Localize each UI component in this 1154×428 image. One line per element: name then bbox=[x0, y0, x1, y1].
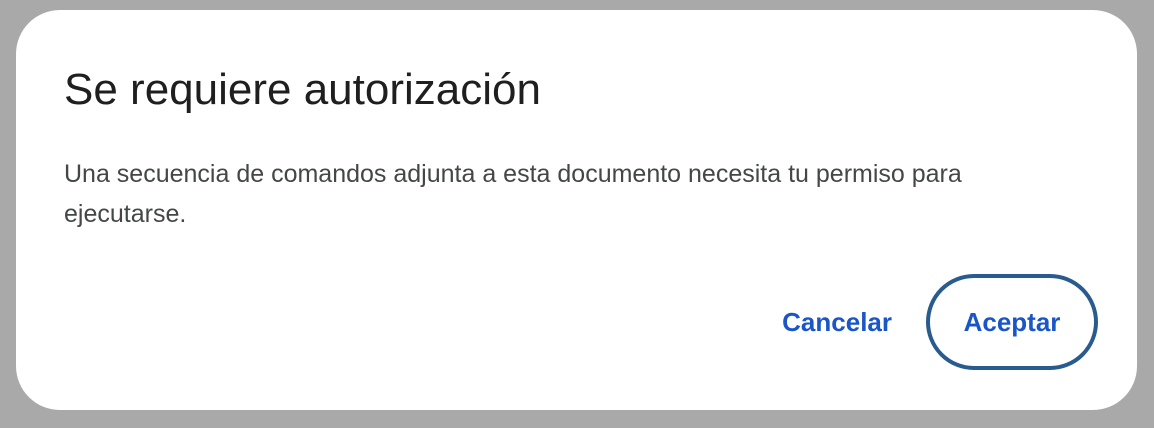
authorization-dialog: Se requiere autorización Una secuencia d… bbox=[16, 10, 1137, 410]
cancel-button[interactable]: Cancelar bbox=[778, 274, 896, 370]
dialog-message: Una secuencia de comandos adjunta a esta… bbox=[64, 160, 962, 228]
dialog-actions: Cancelar Aceptar bbox=[778, 274, 1098, 370]
accept-button[interactable]: Aceptar bbox=[926, 274, 1098, 370]
dialog-title: Se requiere autorización bbox=[64, 65, 541, 114]
